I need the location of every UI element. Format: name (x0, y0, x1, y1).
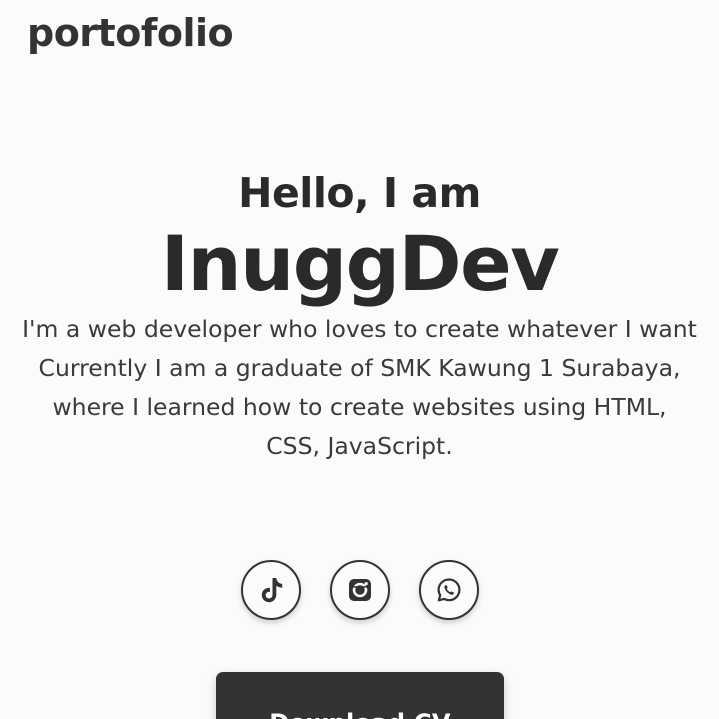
whatsapp-link[interactable] (418, 560, 479, 620)
hero-bio: I'm a web developer who loves to create … (20, 310, 700, 466)
download-cv-button[interactable]: Download CV (216, 672, 504, 719)
tiktok-link[interactable] (240, 560, 301, 620)
brand-logo-text[interactable]: portofolio (27, 10, 234, 56)
bio-education-text: Currently I am a graduate of SMK Kawung … (38, 354, 681, 460)
whatsapp-icon (437, 578, 460, 602)
instagram-icon (348, 579, 371, 601)
hero-section: Hello, I am InuggDev I'm a web developer… (0, 168, 719, 466)
portfolio-page: portofolio Hello, I am InuggDev I'm a we… (0, 0, 719, 719)
social-links (0, 560, 719, 620)
hero-name: InuggDev (160, 219, 560, 308)
bio-intro-text: I'm a web developer who loves to create … (22, 315, 697, 343)
instagram-link[interactable] (329, 560, 390, 620)
hero-greeting: Hello, I am (238, 169, 481, 217)
tiktok-icon (261, 578, 282, 603)
